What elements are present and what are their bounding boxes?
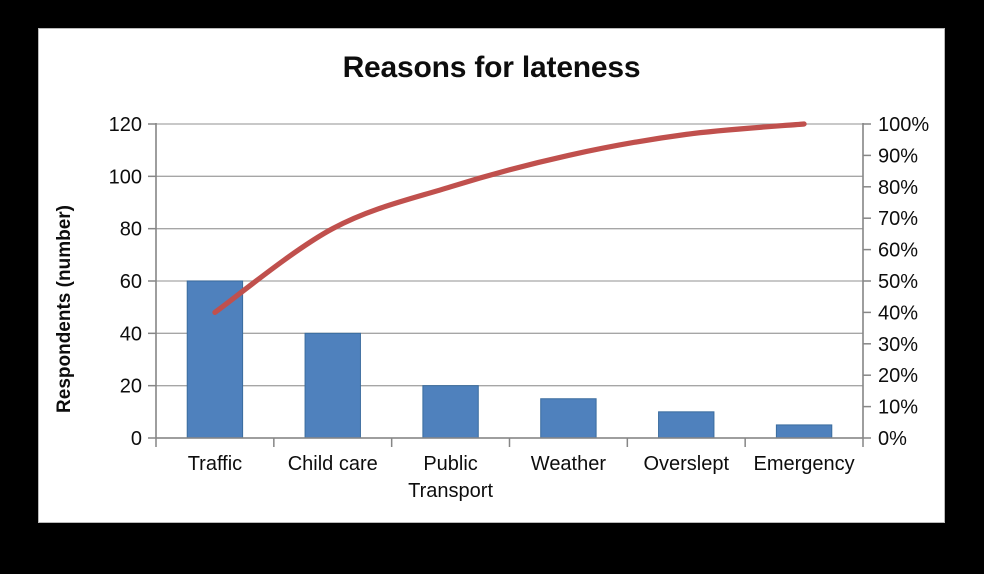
pareto-chart-plot: 0 20 40 60 80 100 120 0% 10% 20% 30% 40% 50% 60% 70% 8… [54,114,929,502]
category-label: Transport [408,480,493,502]
bar-public-transport [422,385,479,439]
y-tick-label-right: 80% [878,177,918,199]
bar-emergency [775,424,833,439]
bar-overslept [658,411,715,439]
y-tick-label: 100 [109,166,142,188]
bar-series [186,280,833,439]
category-label: Public [423,453,477,475]
category-label: Child care [288,453,378,475]
y-tick-label-right: 60% [878,240,918,262]
category-label: Traffic [188,453,242,475]
y-tick-label-right: 0% [878,428,907,450]
screenshot-root: Reasons for lateness 0 20 40 60 80 100 120 0% 1… [0,0,984,574]
right-percentage-axis: 0% 10% 20% 30% 40% 50% 60% 70% 80% 90% 100% [862,114,929,450]
category-label: Emergency [754,453,855,475]
y-tick-label-right: 50% [878,271,918,293]
left-value-axis: 0 20 40 60 80 100 120 [109,114,157,450]
y-tick-label: 40 [120,323,142,345]
y-tick-label-right: 90% [878,145,918,167]
y-tick-label: 20 [120,376,142,398]
bar-weather [540,398,597,439]
bar-traffic [186,280,244,439]
y-tick-label-right: 10% [878,397,918,419]
category-label: Weather [531,453,607,475]
bar-child-care [304,332,361,439]
y-tick-label-right: 40% [878,302,918,324]
y-tick-label: 120 [109,114,142,136]
y-tick-label: 0 [131,428,142,450]
y-tick-label-right: 70% [878,208,918,230]
y-tick-label-right: 30% [878,334,918,356]
y-tick-label: 60 [120,271,142,293]
y-tick-label-right: 100% [878,114,929,136]
y-tick-label: 80 [120,219,142,241]
category-axis: Traffic Child care Public Transport Weather O… [155,437,864,502]
y-tick-label-right: 20% [878,365,918,387]
y-axis-title: Respondents (number) [54,205,75,413]
category-label: Overslept [643,453,729,475]
cumulative-percentage-line [212,121,807,315]
chart-card: Reasons for lateness 0 20 40 60 80 100 120 0% 1… [38,28,945,523]
